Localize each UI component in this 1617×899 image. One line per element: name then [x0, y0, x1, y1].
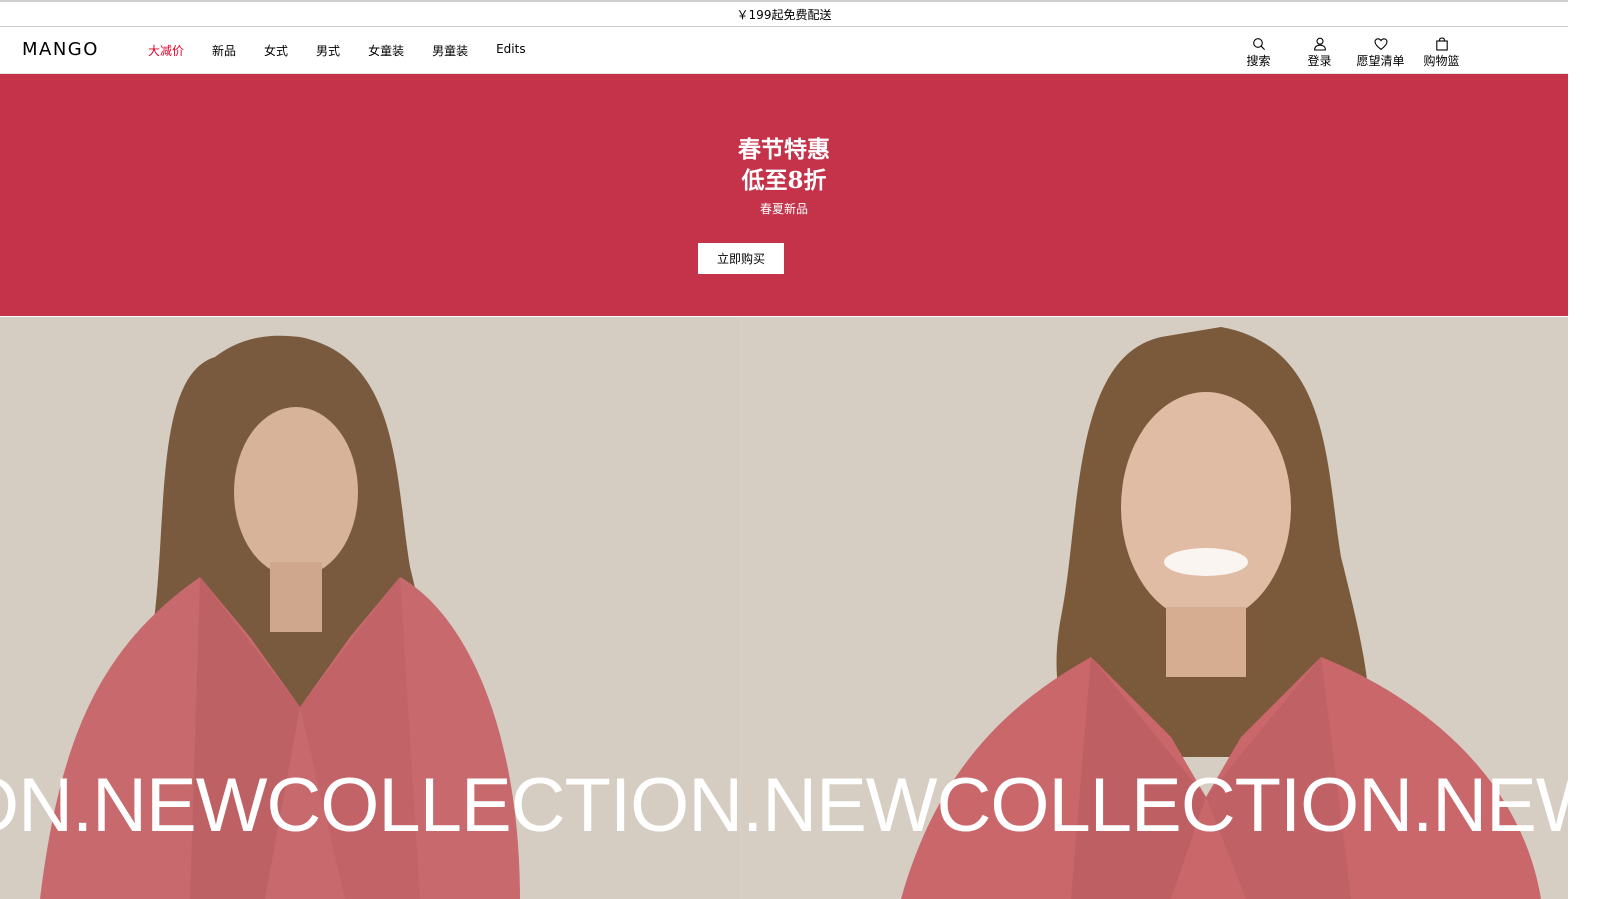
nav-item-sale[interactable]: 大减价 [148, 42, 184, 59]
cart-label: 购物篮 [1423, 54, 1460, 68]
cart-button[interactable]: 购物篮 [1411, 37, 1472, 69]
hero-section[interactable]: ON.NEWCOLLECTION.NEWCOLLECTION.NEW [0, 317, 1568, 899]
search-button[interactable]: 搜索 [1228, 37, 1289, 69]
nav-item-women[interactable]: 女式 [264, 42, 288, 59]
promo-banner: 春节特惠 低至8折 春夏新品 立即购买 [0, 74, 1568, 316]
search-icon [1252, 37, 1266, 51]
free-shipping-text: ￥199起免费配送 [736, 7, 832, 22]
page-gutter [1568, 0, 1617, 899]
site-header: MANGO 大减价 新品 女式 男式 女童装 男童装 Edits 搜索 登录 愿… [0, 27, 1568, 74]
main-nav: 大减价 新品 女式 男式 女童装 男童装 Edits [148, 42, 554, 59]
bag-icon [1435, 37, 1449, 51]
search-label: 搜索 [1246, 54, 1271, 68]
nav-item-girls[interactable]: 女童装 [368, 42, 404, 59]
mango-logo[interactable]: MANGO [22, 39, 99, 60]
header-actions: 搜索 登录 愿望清单 购物篮 [1228, 37, 1472, 69]
login-label: 登录 [1307, 54, 1332, 68]
free-shipping-bar[interactable]: ￥199起免费配送 [0, 0, 1568, 27]
nav-item-men[interactable]: 男式 [316, 42, 340, 59]
banner-title-line2: 低至8折 [741, 167, 827, 194]
banner-subtitle: 春夏新品 [759, 202, 808, 216]
banner-title-line1: 春节特惠 [738, 136, 830, 163]
nav-item-new[interactable]: 新品 [212, 42, 236, 59]
page: ￥199起免费配送 MANGO 大减价 新品 女式 男式 女童装 男童装 Edi… [0, 0, 1617, 899]
nav-item-boys[interactable]: 男童装 [432, 42, 468, 59]
banner-title: 春节特惠 低至8折 [0, 134, 1568, 196]
shop-now-button[interactable]: 立即购买 [698, 243, 784, 274]
wishlist-button[interactable]: 愿望清单 [1350, 37, 1411, 69]
wishlist-label: 愿望清单 [1356, 54, 1405, 68]
heart-icon [1373, 37, 1388, 51]
login-button[interactable]: 登录 [1289, 37, 1350, 69]
nav-item-edits[interactable]: Edits [496, 42, 526, 59]
new-collection-marquee: ON.NEWCOLLECTION.NEWCOLLECTION.NEW [0, 763, 1568, 848]
user-icon [1313, 37, 1327, 51]
